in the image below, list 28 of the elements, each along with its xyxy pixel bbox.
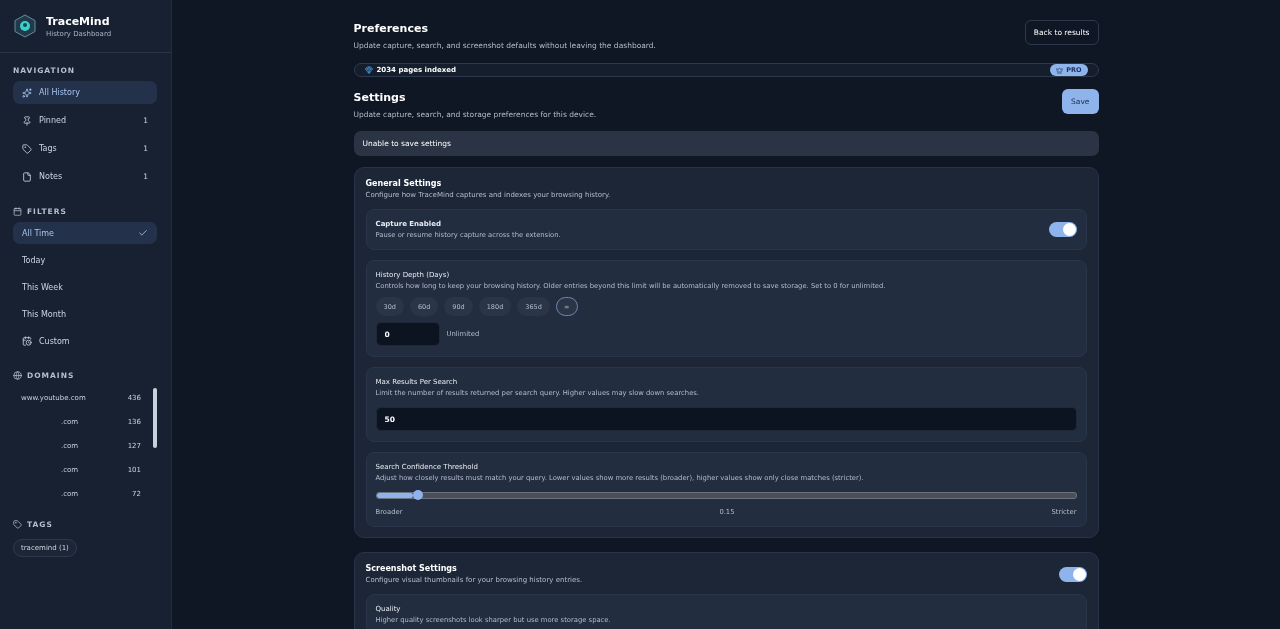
- tag-icon: [22, 143, 32, 154]
- filter-item[interactable]: All Time: [13, 222, 157, 244]
- check-icon: [138, 228, 148, 238]
- filter-item[interactable]: Today: [13, 249, 157, 271]
- document-icon: [22, 171, 32, 182]
- sparkles-icon: [22, 87, 32, 98]
- filter-item[interactable]: This Week: [13, 276, 157, 298]
- card-title: General Settings: [365, 179, 443, 188]
- slider-fill[interactable]: [376, 493, 414, 498]
- slider-track[interactable]: [375, 492, 1077, 499]
- toggle-switch[interactable]: [1048, 222, 1077, 237]
- logo-icon: [12, 13, 38, 39]
- calendar-icon: [22, 336, 32, 346]
- calendar-icon: [13, 207, 22, 216]
- pin-icon: [22, 115, 32, 126]
- card-title: Screenshot Settings: [365, 564, 458, 573]
- scrollbar-thumb[interactable]: [153, 388, 157, 448]
- filter-item[interactable]: This Month: [13, 303, 157, 325]
- settings-title: Settings: [353, 91, 407, 104]
- page-title: Preferences: [353, 22, 429, 35]
- nav-item[interactable]: All History: [13, 81, 157, 104]
- gem-icon: [364, 66, 373, 74]
- brand-name: TraceMind: [46, 14, 111, 28]
- tag-icon: [13, 520, 22, 529]
- slider-thumb[interactable]: [413, 490, 424, 500]
- filter-item[interactable]: Custom: [13, 330, 157, 352]
- globe-icon: [13, 371, 22, 380]
- toggle-switch[interactable]: [1058, 566, 1087, 582]
